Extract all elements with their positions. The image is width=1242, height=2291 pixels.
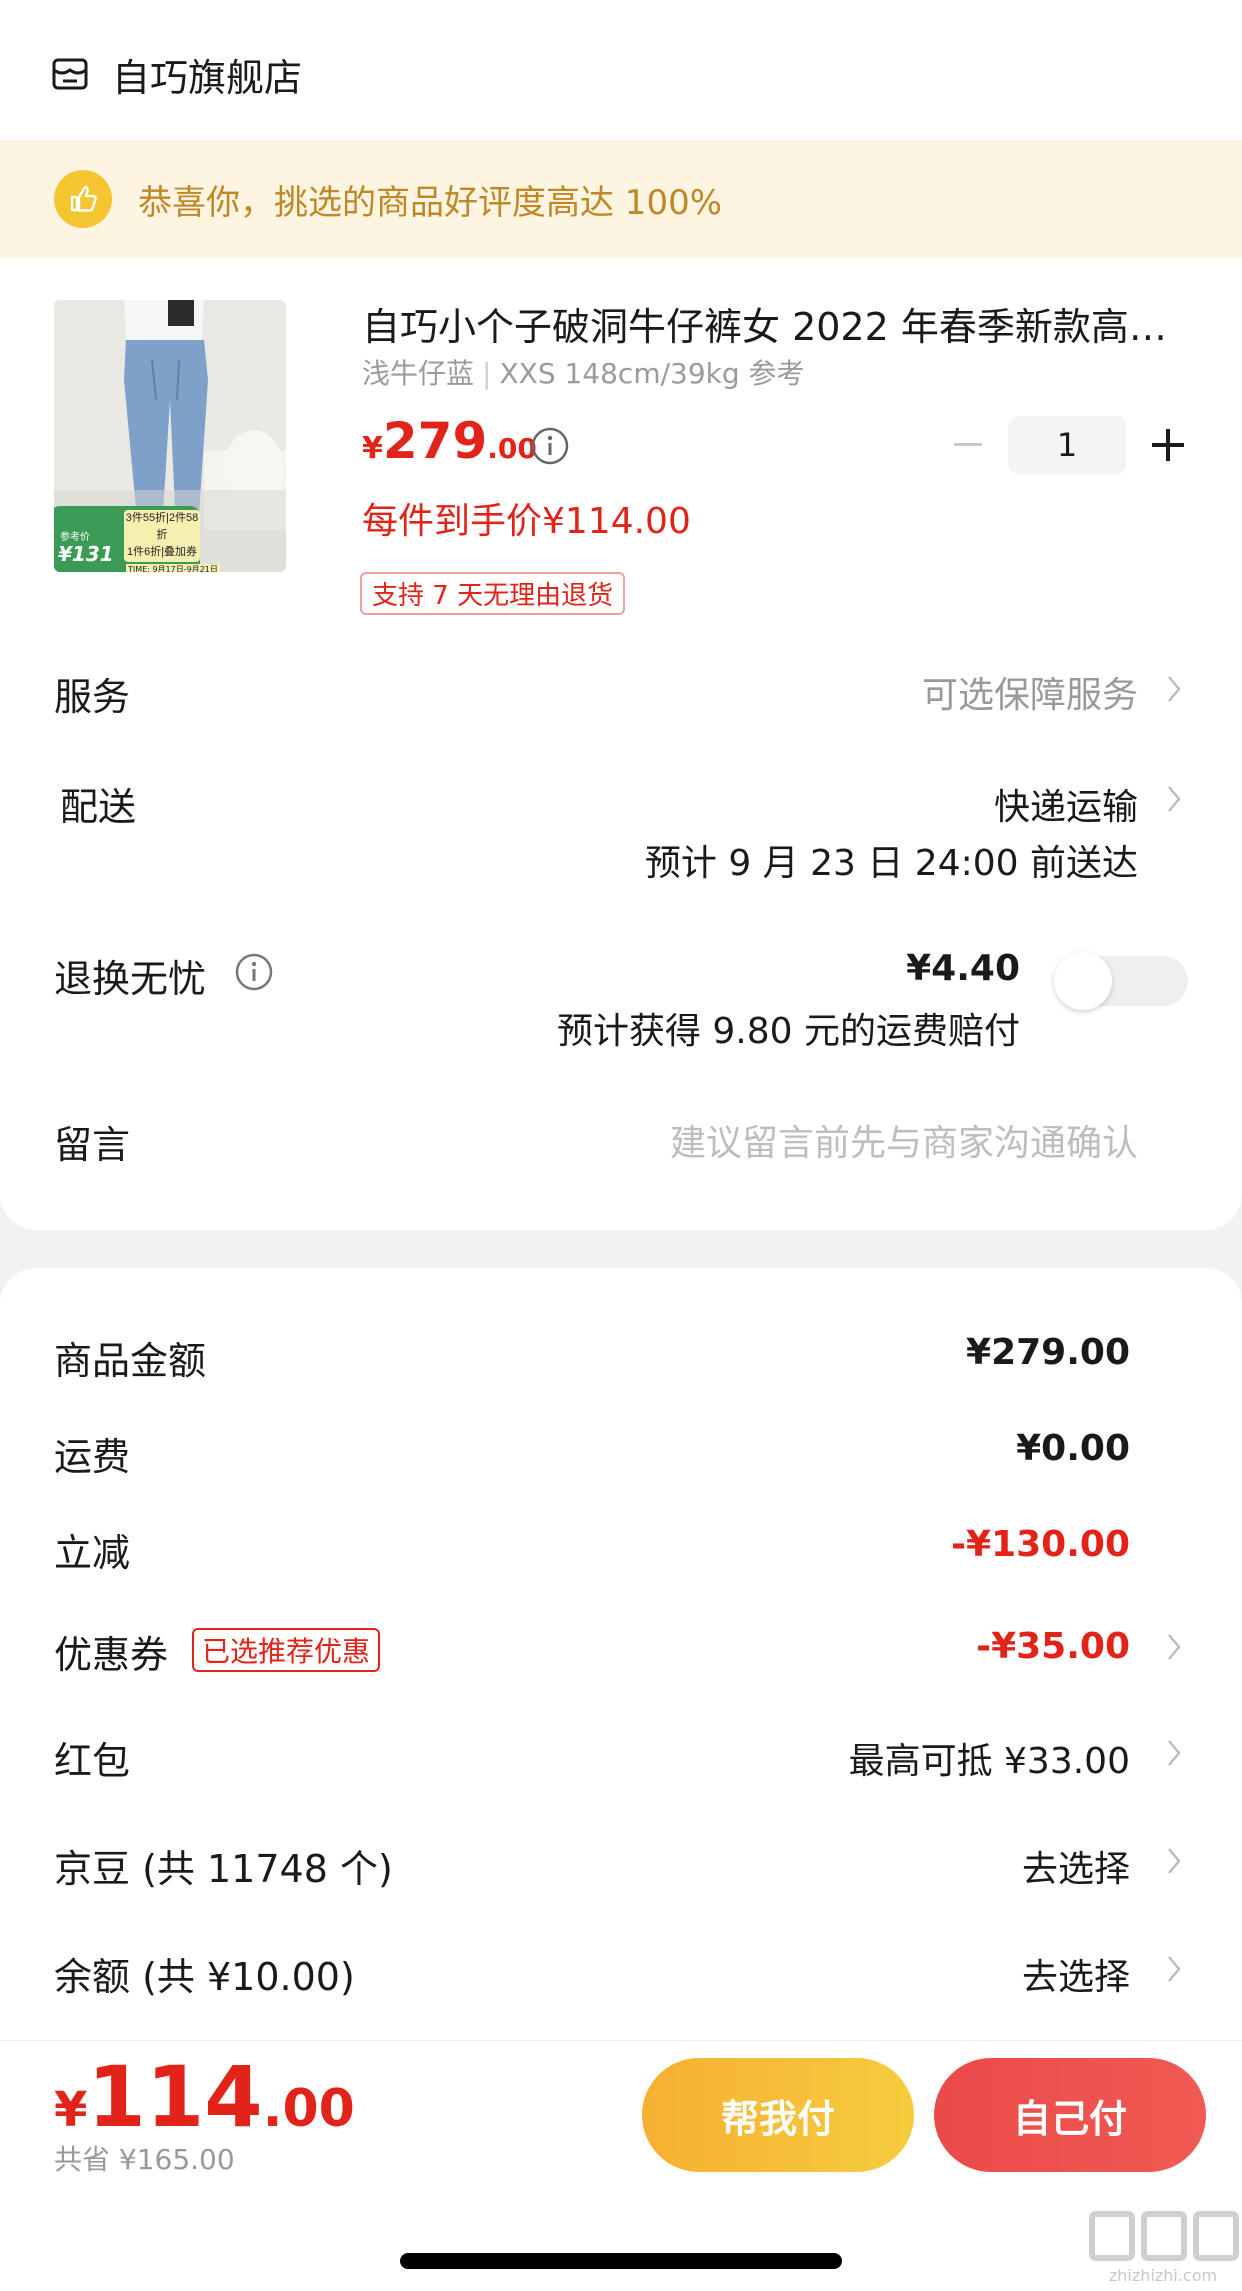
image-promo-badge: 3件55折|2件58折 1件6折|叠加券 参考价 ¥131 TIME: 9月17… <box>54 506 220 572</box>
thumbs-up-icon <box>54 170 112 228</box>
balance-label: 余额 (共 ¥10.00) <box>54 1955 355 1999</box>
message-input[interactable]: 建议留言前先与商家沟通确认 <box>670 1114 1138 1166</box>
total-price: ¥ 114 .00 <box>54 2048 355 2146</box>
info-icon[interactable] <box>234 952 274 992</box>
coupon-label: 优惠券 <box>54 1633 169 1677</box>
coupon-selected-tag: 已选推荐优惠 <box>192 1628 381 1672</box>
coupon-value[interactable]: -¥35.00 <box>976 1626 1130 1667</box>
price-currency: ¥ <box>362 431 383 466</box>
product-color: 浅牛仔蓝 <box>362 357 475 390</box>
price-info-icon[interactable] <box>530 426 570 466</box>
help-me-pay-button[interactable]: 帮我付 <box>642 2058 914 2172</box>
chevron-right-icon[interactable] <box>1166 1632 1182 1662</box>
per-unit-price: 每件到手价¥114.00 <box>362 501 691 542</box>
product-spec[interactable]: 浅牛仔蓝 | XXS 148cm/39kg 参考 <box>362 352 805 392</box>
discount-value: -¥130.00 <box>951 1524 1130 1565</box>
toggle-knob <box>1054 952 1112 1010</box>
rating-banner: 恭喜你，挑选的商品好评度高达 100% <box>0 140 1242 258</box>
worry-free-price: ¥4.40 <box>906 948 1020 989</box>
redpacket-label: 红包 <box>54 1739 131 1783</box>
total-saved: 共省 ¥165.00 <box>54 2143 235 2176</box>
shipping-value: ¥0.00 <box>1016 1428 1130 1469</box>
delivery-label: 配送 <box>60 785 137 829</box>
redpacket-value[interactable]: 最高可抵 ¥33.00 <box>849 1732 1130 1784</box>
rating-text: 恭喜你，挑选的商品好评度高达 100% <box>138 182 723 223</box>
badge-ref-price: ¥131 <box>58 542 114 566</box>
watermark-text: zhizhizhi.com <box>1108 2266 1218 2285</box>
self-pay-button[interactable]: 自己付 <box>934 2058 1206 2172</box>
badge-line-2: 1件6折|叠加券 <box>126 546 198 558</box>
product-title[interactable]: 自巧小个子破洞牛仔裤女 2022 年春季新款高… <box>362 296 1182 351</box>
service-label: 服务 <box>54 675 131 719</box>
delivery-eta: 预计 9 月 23 日 24:00 前送达 <box>644 843 1138 884</box>
badge-time: TIME: 9月17日-9月21日 <box>126 564 220 572</box>
total-decimal: .00 <box>262 2079 355 2139</box>
order-summary-card <box>0 1268 1242 2168</box>
total-currency: ¥ <box>54 2082 88 2138</box>
product-size: XXS 148cm/39kg 参考 <box>499 357 805 390</box>
total-integer: 114 <box>87 2048 263 2146</box>
chevron-right-icon[interactable] <box>1166 784 1182 814</box>
quantity-increase-button[interactable] <box>1148 425 1188 465</box>
store-icon <box>52 58 88 90</box>
quantity-decrease-button[interactable] <box>952 425 984 465</box>
discount-label: 立减 <box>54 1531 131 1575</box>
service-option[interactable]: 可选保障服务 <box>922 666 1138 718</box>
goods-amount-value: ¥279.00 <box>966 1332 1130 1373</box>
jingdou-label: 京豆 (共 11748 个) <box>54 1847 393 1891</box>
home-indicator[interactable] <box>400 2253 842 2269</box>
price-integer: 279 <box>382 412 488 470</box>
delivery-method[interactable]: 快递运输 <box>994 778 1138 830</box>
worry-free-desc: 预计获得 9.80 元的运费赔付 <box>556 1011 1020 1052</box>
product-price: ¥ 279 .00 <box>362 412 537 470</box>
chevron-right-icon[interactable] <box>1166 674 1182 704</box>
worry-free-toggle[interactable] <box>1054 952 1188 1010</box>
shop-header[interactable]: 自巧旗舰店 <box>50 44 302 104</box>
spec-divider: | <box>482 357 492 390</box>
badge-line-1: 3件55折|2件58折 <box>125 512 199 541</box>
product-image[interactable]: 3件55折|2件58折 1件6折|叠加券 参考价 ¥131 TIME: 9月17… <box>54 300 286 572</box>
quantity-input[interactable]: 1 <box>1008 416 1126 474</box>
goods-amount-label: 商品金额 <box>54 1339 207 1383</box>
jingdou-select[interactable]: 去选择 <box>1022 1840 1130 1892</box>
badge-ref-label: 参考价 <box>60 532 90 543</box>
watermark: zhizhizhi.com <box>1084 2208 1242 2288</box>
message-label: 留言 <box>54 1123 131 1167</box>
shipping-label: 运费 <box>54 1435 131 1479</box>
chevron-right-icon[interactable] <box>1166 1738 1182 1768</box>
chevron-right-icon[interactable] <box>1166 1846 1182 1876</box>
balance-select[interactable]: 去选择 <box>1022 1948 1130 2000</box>
shop-name: 自巧旗舰店 <box>112 55 303 100</box>
worry-free-label: 退换无忧 <box>54 957 207 1001</box>
return-policy-tag: 支持 7 天无理由退货 <box>360 572 626 615</box>
chevron-right-icon[interactable] <box>1166 1954 1182 1984</box>
